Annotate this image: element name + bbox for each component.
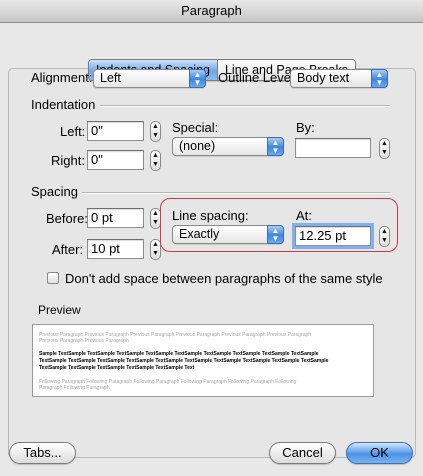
outline-level-value: Body text <box>297 71 350 85</box>
outline-level-popup[interactable]: Body text ▲ ▼ <box>290 69 388 88</box>
left-indent-field[interactable]: 0" <box>87 121 144 141</box>
outline-level-label: Outline Level: <box>218 70 298 85</box>
alignment-popup[interactable]: Left ▲ ▼ <box>93 69 206 88</box>
ok-button[interactable]: OK <box>346 442 413 464</box>
divider <box>82 192 390 194</box>
window-title: Paragraph <box>0 0 423 23</box>
after-field[interactable]: 10 pt <box>87 239 144 259</box>
at-label: At: <box>296 208 312 223</box>
preview-previous-line: Previous Paragraph Previous Paragraph <box>39 338 129 344</box>
spacing-heading: Spacing <box>31 184 78 199</box>
tabs-button[interactable]: Tabs... <box>9 442 76 464</box>
right-indent-label: Right: <box>51 153 85 168</box>
by-stepper[interactable]: ▲ ▼ <box>379 138 390 159</box>
popup-arrows-icon: ▲ ▼ <box>267 225 284 244</box>
before-field[interactable]: 0 pt <box>87 208 144 228</box>
preview-following-line: Paragraph Following Paragraph <box>39 385 110 391</box>
dont-add-space-checkbox[interactable] <box>47 272 59 284</box>
popup-arrows-icon: ▲ ▼ <box>267 137 284 156</box>
after-label: After: <box>52 242 84 257</box>
preview-sample-line: TextSample TextSample TextSample TextSam… <box>39 358 329 364</box>
before-label: Before: <box>46 211 88 226</box>
special-value: (none) <box>179 139 216 153</box>
by-field[interactable] <box>295 138 371 158</box>
at-stepper[interactable]: ▲ ▼ <box>379 226 390 247</box>
left-indent-label: Left: <box>60 124 86 139</box>
at-field[interactable]: 12.25 pt <box>292 223 374 249</box>
left-indent-stepper[interactable]: ▲ ▼ <box>150 121 161 142</box>
right-indent-stepper[interactable]: ▲ ▼ <box>150 150 161 171</box>
preview-box: Previous Paragraph Previous Paragraph Pr… <box>32 324 374 397</box>
preview-sample-line: TextSample TextSample TextSample TextSam… <box>39 365 195 371</box>
preview-sample-line: Sample TextSample TextSample TextSample … <box>39 351 319 357</box>
cancel-button[interactable]: Cancel <box>269 442 336 464</box>
special-popup[interactable]: (none) ▲ ▼ <box>172 137 284 156</box>
line-spacing-popup[interactable]: Exactly ▲ ▼ <box>172 225 284 244</box>
divider <box>100 105 390 107</box>
indentation-heading: Indentation <box>31 97 96 112</box>
dont-add-space-label: Don't add space between paragraphs of th… <box>65 271 383 286</box>
alignment-label: Alignment: <box>31 70 93 85</box>
right-indent-field[interactable]: 0" <box>87 150 144 170</box>
by-label: By: <box>296 120 315 135</box>
line-spacing-value: Exactly <box>179 227 220 241</box>
popup-arrows-icon: ▲ ▼ <box>189 69 206 88</box>
special-label: Special: <box>172 120 219 135</box>
preview-heading: Preview <box>38 303 81 317</box>
line-spacing-label: Line spacing: <box>172 208 249 223</box>
popup-arrows-icon: ▲ ▼ <box>371 69 388 88</box>
alignment-value: Left <box>100 71 121 85</box>
